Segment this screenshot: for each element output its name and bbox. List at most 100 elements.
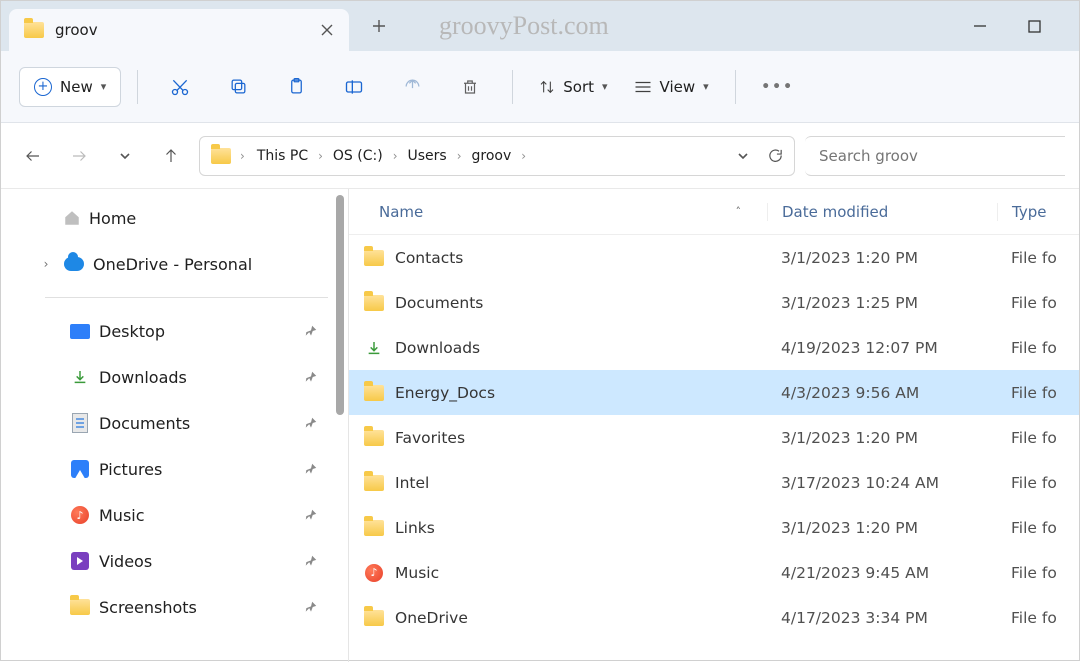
- sidebar-item[interactable]: ›Screenshots: [9, 584, 348, 630]
- sidebar-item-label: Desktop: [99, 322, 165, 341]
- sidebar-scrollbar[interactable]: [334, 195, 348, 656]
- toolbar-separator: [735, 70, 736, 104]
- file-row[interactable]: Downloads4/19/2023 12:07 PMFile fo: [349, 325, 1079, 370]
- breadcrumb-segment[interactable]: OS (C:): [329, 146, 387, 166]
- sidebar-item-label: OneDrive - Personal: [93, 255, 252, 274]
- cell-date: 4/17/2023 3:34 PM: [767, 609, 997, 627]
- sidebar-item[interactable]: ›Pictures: [9, 446, 348, 492]
- back-button[interactable]: [15, 138, 51, 174]
- delete-button[interactable]: [444, 67, 496, 107]
- recent-locations-button[interactable]: [107, 138, 143, 174]
- pin-icon: [304, 508, 318, 522]
- sidebar-item[interactable]: ›Documents: [9, 400, 348, 446]
- file-row[interactable]: Intel3/17/2023 10:24 AMFile fo: [349, 460, 1079, 505]
- more-button[interactable]: •••: [752, 67, 804, 107]
- sidebar-item-label: Videos: [99, 552, 152, 571]
- sidebar-item-onedrive[interactable]: › OneDrive - Personal: [9, 241, 348, 287]
- folder-icon: [363, 472, 385, 494]
- music-icon: ♪: [69, 504, 91, 526]
- cell-type: File fo: [997, 564, 1079, 582]
- close-tab-button[interactable]: [315, 18, 339, 42]
- cell-type: File fo: [997, 339, 1079, 357]
- folder-icon: [363, 607, 385, 629]
- forward-button[interactable]: [61, 138, 97, 174]
- cell-type: File fo: [997, 429, 1079, 447]
- new-button-label: New: [60, 78, 93, 96]
- tab-current[interactable]: groov: [9, 9, 349, 51]
- folder-icon: [23, 19, 45, 41]
- sidebar-item[interactable]: ›Videos: [9, 538, 348, 584]
- search-input[interactable]: [817, 146, 1053, 166]
- breadcrumb-segment[interactable]: Users: [404, 146, 451, 166]
- file-name: OneDrive: [395, 609, 468, 627]
- chevron-right-icon[interactable]: ›: [37, 257, 55, 271]
- desktop-icon: [69, 320, 91, 342]
- rename-button[interactable]: [328, 67, 380, 107]
- cell-name: Links: [349, 517, 767, 539]
- breadcrumb-segment[interactable]: This PC: [253, 146, 312, 166]
- plus-circle-icon: +: [34, 78, 52, 96]
- toolbar: + New ▾ Sor: [1, 51, 1079, 123]
- breadcrumb-segment[interactable]: groov: [468, 146, 516, 166]
- sort-label: Sort: [563, 78, 594, 96]
- minimize-button[interactable]: [965, 11, 995, 41]
- file-name: Intel: [395, 474, 429, 492]
- cell-type: File fo: [997, 294, 1079, 312]
- address-bar[interactable]: › This PC›OS (C:)›Users›groov›: [199, 136, 795, 176]
- cell-date: 3/1/2023 1:25 PM: [767, 294, 997, 312]
- sort-button[interactable]: Sort ▾: [529, 67, 617, 107]
- column-headers: Name ˄ Date modified Type: [349, 189, 1079, 235]
- sidebar-item-home[interactable]: › Home: [9, 195, 348, 241]
- refresh-button[interactable]: [767, 147, 784, 164]
- scrollbar-thumb[interactable]: [336, 195, 344, 415]
- file-name: Favorites: [395, 429, 465, 447]
- up-button[interactable]: [153, 138, 189, 174]
- pin-icon: [304, 370, 318, 384]
- file-name: Energy_Docs: [395, 384, 495, 402]
- tab-title: groov: [55, 21, 305, 39]
- breadcrumb: This PC›OS (C:)›Users›groov›: [253, 146, 731, 166]
- column-header-type[interactable]: Type: [997, 203, 1079, 221]
- pin-icon: [304, 462, 318, 476]
- copy-button[interactable]: [212, 67, 264, 107]
- pin-icon: [304, 600, 318, 614]
- sidebar-divider: [45, 297, 328, 298]
- share-button[interactable]: [386, 67, 438, 107]
- address-dropdown-button[interactable]: [737, 150, 749, 162]
- file-row[interactable]: Favorites3/1/2023 1:20 PMFile fo: [349, 415, 1079, 460]
- home-icon: [63, 209, 81, 227]
- file-row[interactable]: Documents3/1/2023 1:25 PMFile fo: [349, 280, 1079, 325]
- search-box[interactable]: [805, 136, 1065, 176]
- download-icon: [69, 366, 91, 388]
- column-header-date[interactable]: Date modified: [767, 203, 997, 221]
- view-button[interactable]: View ▾: [624, 67, 719, 107]
- cell-type: File fo: [997, 249, 1079, 267]
- sidebar: › Home › OneDrive - Personal ›Desktop›Do…: [1, 189, 349, 662]
- file-row[interactable]: OneDrive4/17/2023 3:34 PMFile fo: [349, 595, 1079, 640]
- file-row[interactable]: ♪Music4/21/2023 9:45 AMFile fo: [349, 550, 1079, 595]
- chevron-down-icon: ▾: [101, 80, 107, 93]
- cell-name: OneDrive: [349, 607, 767, 629]
- paste-button[interactable]: [270, 67, 322, 107]
- file-row[interactable]: Energy_Docs4/3/2023 9:56 AMFile fo: [349, 370, 1079, 415]
- sidebar-item-label: Screenshots: [99, 598, 197, 617]
- file-row[interactable]: Links3/1/2023 1:20 PMFile fo: [349, 505, 1079, 550]
- toolbar-separator: [512, 70, 513, 104]
- cut-button[interactable]: [154, 67, 206, 107]
- column-header-name[interactable]: Name ˄: [349, 203, 767, 221]
- sidebar-item[interactable]: ›Downloads: [9, 354, 348, 400]
- view-label: View: [660, 78, 696, 96]
- cell-date: 3/1/2023 1:20 PM: [767, 249, 997, 267]
- folder-icon: [210, 145, 232, 167]
- new-button[interactable]: + New ▾: [19, 67, 121, 107]
- sidebar-item[interactable]: ›♪Music: [9, 492, 348, 538]
- maximize-button[interactable]: [1019, 11, 1049, 41]
- file-row[interactable]: Contacts 3/1/2023 1:20 PMFile fo: [349, 235, 1079, 280]
- folder-icon: [363, 382, 385, 404]
- cell-name: Downloads: [349, 337, 767, 359]
- watermark-text: groovyPost.com: [439, 11, 609, 41]
- file-name: Contacts: [395, 249, 463, 267]
- sidebar-item[interactable]: ›Desktop: [9, 308, 348, 354]
- new-tab-button[interactable]: [359, 6, 399, 46]
- cell-name: ♪Music: [349, 562, 767, 584]
